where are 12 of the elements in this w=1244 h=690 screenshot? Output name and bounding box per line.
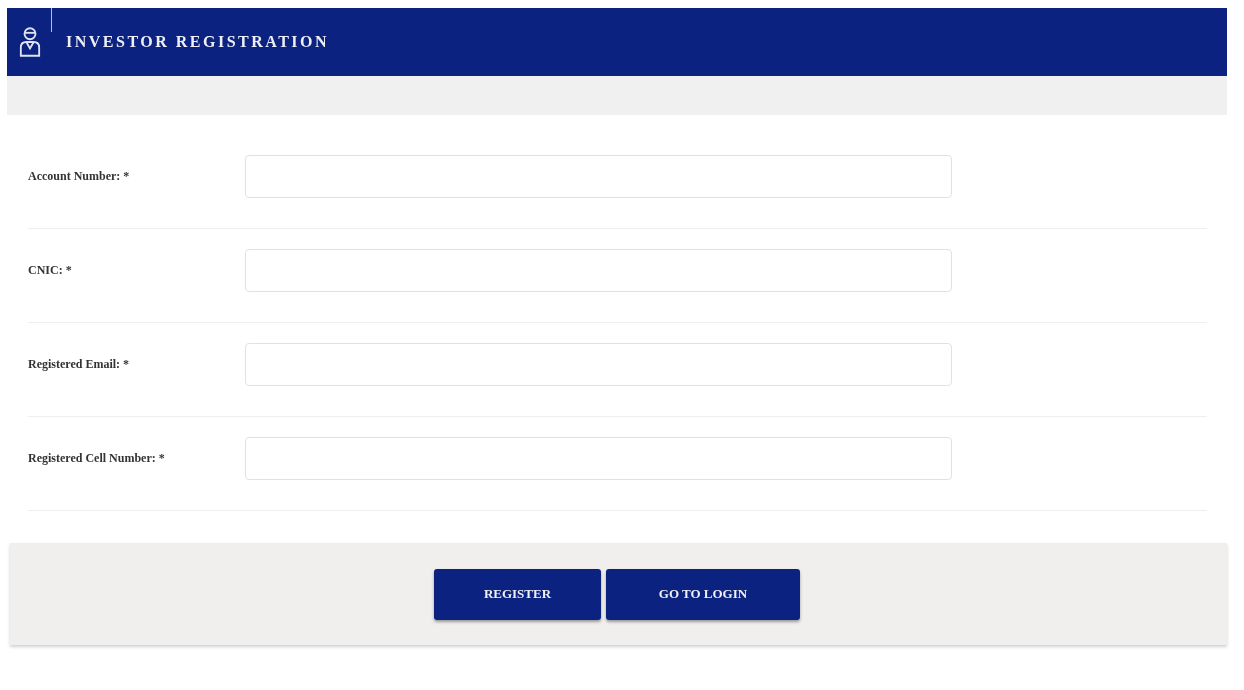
field-label: Account Number: * [28, 169, 131, 184]
input-field[interactable] [245, 343, 952, 386]
login-button[interactable]: GO TO LOGIN [606, 568, 800, 620]
user-icon [19, 26, 41, 58]
input-field[interactable] [245, 155, 952, 198]
input-field[interactable] [245, 437, 952, 480]
input-field[interactable] [245, 249, 952, 292]
field-label: Registered Cell Number: * [28, 451, 166, 466]
field-label: CNIC: * [28, 263, 73, 278]
page-title: INVESTOR REGISTRATION [66, 33, 330, 51]
register-button[interactable]: REGISTER [434, 568, 601, 620]
field-label: Registered Email: * [28, 357, 131, 372]
